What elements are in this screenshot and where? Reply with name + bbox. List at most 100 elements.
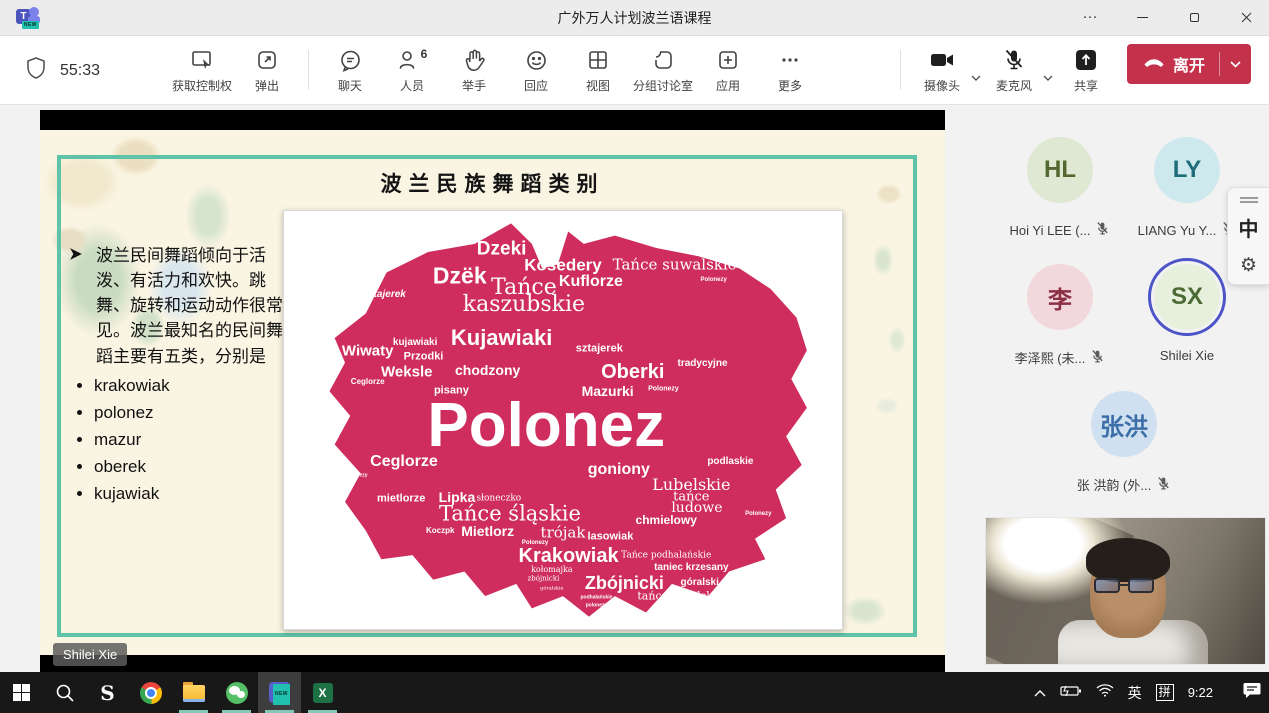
wordcloud-word: Polonezy (700, 277, 726, 283)
ime-language-indicator[interactable]: 英 (1128, 683, 1142, 703)
wordcloud-word: goniony (588, 462, 650, 478)
excel-icon: X (313, 683, 333, 703)
taskbar-chrome-button[interactable] (129, 672, 172, 713)
chat-button[interactable]: 聊天 (319, 42, 381, 98)
react-smiley-icon (525, 46, 548, 74)
share-button[interactable]: 共享 (1055, 42, 1117, 98)
slide-intro: 波兰民间舞蹈倾向于活泼、有活力和欢快。跳舞、旋转和运动动作很常见。波兰最知名的民… (70, 243, 286, 369)
wordcloud-word: tradycyjne (677, 359, 727, 369)
shared-screen-stage[interactable]: 波兰民族舞蹈类别 波兰民间舞蹈倾向于活泼、有活力和欢快。跳舞、旋转和运动动作很常… (40, 110, 945, 672)
taskbar-search-button[interactable] (43, 672, 86, 713)
wordcloud-word: Dzëk (433, 264, 487, 287)
avatar: SX (1154, 264, 1220, 330)
minimize-button[interactable] (1119, 0, 1165, 36)
shield-icon (26, 57, 46, 84)
wordcloud-word: Kosedery (524, 257, 601, 274)
taskbar-explorer-button[interactable] (172, 672, 215, 713)
mic-muted-icon (1156, 476, 1171, 494)
maximize-button[interactable] (1171, 0, 1217, 36)
hangup-phone-icon (1143, 55, 1165, 73)
wordcloud-word: zbójnicki (528, 575, 560, 582)
participant-tile[interactable]: HLHoi Yi LEE (... (994, 131, 1126, 239)
more-dots-icon (779, 46, 801, 74)
wordcloud-word: chmielowy (636, 514, 697, 526)
wordcloud-word: Tańce podhalańskie (621, 551, 711, 560)
file-explorer-icon (183, 685, 205, 702)
leave-dropdown-chevron[interactable] (1220, 61, 1251, 68)
tray-expand-chevron[interactable] (1034, 684, 1046, 702)
avatar: 张洪 (1091, 391, 1157, 457)
list-item: krakowiak (94, 377, 286, 394)
meeting-timer: 55:33 (60, 62, 100, 80)
camera-on-icon (929, 46, 955, 74)
taskbar-excel-button[interactable]: X (301, 672, 344, 713)
participant-tile[interactable]: 李李泽熙 (未... (994, 258, 1126, 367)
popout-icon (256, 46, 278, 74)
taskbar-s-app-button[interactable]: S (86, 672, 129, 713)
search-icon (55, 683, 75, 703)
ime-pinyin-indicator[interactable]: 拼 (1156, 684, 1174, 701)
meeting-main-area: 波兰民族舞蹈类别 波兰民间舞蹈倾向于活泼、有活力和欢快。跳舞、旋转和运动动作很常… (0, 105, 1269, 672)
speaking-indicator-ring: SX (1148, 258, 1226, 336)
popout-button[interactable]: 弹出 (236, 42, 298, 98)
clock[interactable]: 9:22 (1188, 685, 1213, 700)
self-video-tile[interactable] (985, 517, 1266, 665)
battery-icon[interactable] (1060, 684, 1082, 702)
wordcloud-word: Dzeki (477, 239, 527, 258)
wordcloud-word: sztajerek (363, 290, 406, 300)
wordcloud-word: Tańce śląskie (439, 504, 581, 525)
raise-hand-button[interactable]: 举手 (443, 42, 505, 98)
person-hair (1086, 538, 1170, 582)
view-button[interactable]: 视图 (567, 42, 629, 98)
participant-tile[interactable]: 张洪张 洪韵 (外... (1058, 385, 1190, 494)
notification-center-icon[interactable] (1243, 682, 1261, 704)
avatar-wrap: 李 (1021, 258, 1099, 336)
wordcloud-word: Kuflorze (559, 274, 623, 290)
titlebar-more-button[interactable]: ··· (1067, 0, 1113, 36)
wifi-icon[interactable] (1096, 683, 1114, 702)
leave-button[interactable]: 离开 (1127, 44, 1251, 84)
camera-button[interactable]: 摄像头 (911, 42, 973, 98)
people-button[interactable]: 6 人员 (381, 42, 443, 98)
ime-settings-gear-icon[interactable]: ⚙ (1240, 256, 1257, 275)
participant-name: LIANG Yu Y... (1138, 223, 1217, 238)
wordcloud-word: Kujawiaki (451, 327, 552, 349)
taskbar-teams-button[interactable]: TNEW (258, 672, 301, 713)
wordcloud-word: lasowiak (587, 532, 633, 543)
taskbar-wechat-button[interactable] (215, 672, 258, 713)
wordcloud-word: kołomajka (531, 566, 573, 574)
ime-language-mode[interactable]: 中 (1239, 220, 1259, 240)
wordcloud-word: podhalańskie (580, 595, 612, 600)
breakout-rooms-button[interactable]: 分组讨论室 (629, 42, 697, 98)
mic-button[interactable]: 麦克风 (983, 42, 1045, 98)
react-button[interactable]: 回应 (505, 42, 567, 98)
wordcloud-word: Tańce suwalskie (613, 258, 737, 273)
list-item: kujawiak (94, 485, 286, 502)
windows-logo-icon (13, 684, 30, 701)
presenter-name-label: Shilei Xie (53, 643, 127, 666)
take-control-icon (190, 46, 214, 74)
participant-name: Shilei Xie (1160, 348, 1214, 363)
start-button[interactable] (0, 672, 43, 713)
ime-toolbar[interactable]: 中 ⚙ (1227, 187, 1269, 285)
mic-muted-icon (1090, 349, 1105, 367)
participant-name: Hoi Yi LEE (... (1010, 223, 1091, 238)
wordcloud-word: Wiwaty (342, 344, 394, 359)
wordcloud-word: trójak (541, 525, 586, 540)
share-icon (1074, 46, 1098, 74)
wordcloud-word: polonezy (586, 604, 608, 609)
camera-dropdown-chevron[interactable] (971, 68, 981, 86)
wordcloud-word: Koczpk (426, 527, 454, 535)
close-button[interactable] (1223, 0, 1269, 36)
more-button[interactable]: 更多 (759, 42, 821, 98)
ime-drag-handle-icon[interactable] (1240, 197, 1258, 203)
meeting-toolbar: 55:33 获取控制权 弹出 聊天 (0, 36, 1269, 105)
take-control-button[interactable]: 获取控制权 (168, 42, 236, 98)
wordcloud-word: góralski (681, 578, 719, 588)
avatar: 李 (1027, 264, 1093, 330)
apps-button[interactable]: 应用 (697, 42, 759, 98)
mic-dropdown-chevron[interactable] (1043, 68, 1053, 86)
apps-plus-icon (717, 46, 739, 74)
wordcloud-word: Polonez (427, 395, 665, 457)
glasses-right-lens (1128, 578, 1154, 593)
